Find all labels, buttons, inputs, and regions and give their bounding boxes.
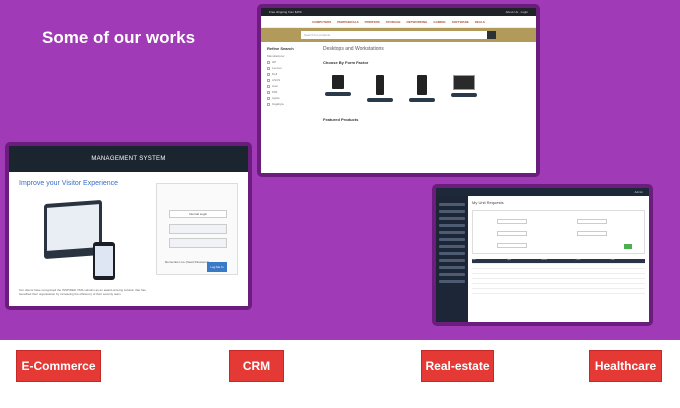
filter-label: MSI (272, 90, 278, 94)
crm-screenshot: MANAGEMENT SYSTEM Improve your Visitor E… (5, 142, 252, 310)
search-submit-button (624, 244, 632, 249)
filter-item: Apple (267, 96, 315, 100)
checkbox-icon (267, 60, 270, 64)
tag-healthcare: Healthcare (589, 350, 662, 382)
admin-sidebar (436, 196, 468, 322)
phone-illustration (93, 242, 115, 280)
filter-label: Apple (272, 96, 280, 100)
form-input (497, 231, 527, 236)
admin-label: Admin (634, 190, 643, 194)
nav-item: STORAGE (385, 19, 401, 24)
desktop-icon (332, 75, 344, 89)
search-icon (487, 31, 496, 39)
topbar-text: Free shipping from $150 (269, 10, 302, 14)
checkbox-icon (267, 78, 270, 82)
admin-page-title: My Unit Requests (472, 200, 504, 205)
nav-item: NETWORKING (406, 19, 428, 24)
desktop-icon (376, 75, 384, 95)
table-row (472, 289, 645, 294)
checkbox-icon (267, 66, 270, 70)
product-card (407, 75, 437, 102)
remember-checkbox: Remember me (Need Password) (165, 260, 209, 264)
password-field (169, 238, 227, 248)
column-header: Date (610, 259, 615, 261)
filter-label: Lenovo (272, 66, 282, 70)
sidebar-title: Refine Search (267, 46, 294, 51)
filter-item: Dell (267, 72, 315, 76)
filter-label: Dell (272, 72, 278, 76)
nav-item: SOFTWARE (451, 19, 469, 24)
filter-group: Manufacturer (267, 54, 315, 58)
filter-item: Acer (267, 84, 315, 88)
login-submit-button: Log Me In (207, 262, 227, 272)
crm-title: MANAGEMENT SYSTEM (91, 156, 166, 162)
nav-item: PERIPHERALS (337, 19, 359, 24)
search-form-card (472, 210, 645, 254)
nav-item: DEALS (474, 19, 485, 24)
column-header: Status (541, 259, 547, 261)
tag-realestate: Real-estate (421, 350, 494, 382)
monitor-icon (453, 75, 475, 90)
column-header: Price (575, 259, 581, 261)
ecommerce-screenshot: Free shipping from $150 About Us · Login… (257, 4, 540, 177)
page-title: Some of our works (42, 28, 196, 47)
desktop-icon (417, 75, 427, 95)
product-card (323, 75, 353, 102)
ecommerce-topbar: Free shipping from $150 About Us · Login (261, 8, 536, 16)
column-header: Unit (472, 259, 476, 261)
portfolio-slide: Some of our works Free shipping from $15… (0, 0, 680, 408)
column-header: Type (506, 259, 511, 261)
checkbox-icon (267, 90, 270, 94)
checkbox-icon (267, 102, 270, 106)
filter-item: Gigabyte (267, 102, 315, 106)
topbar-right: About Us · Login (505, 10, 528, 14)
filter-label: Gigabyte (272, 102, 285, 106)
crm-header: MANAGEMENT SYSTEM (9, 146, 248, 172)
search-input: Search for products (301, 31, 496, 39)
crm-subtitle: Improve your Visitor Experience (19, 180, 119, 187)
product-card (449, 75, 479, 102)
tag-ecommerce: E-Commerce (16, 350, 101, 382)
admin-topbar: Admin (436, 188, 649, 196)
product-button (451, 93, 477, 97)
crm-body-text: Our clients have recognised the INSPIRED… (19, 288, 146, 296)
form-input (497, 219, 527, 224)
category-heading: Desktops and Workstations (323, 46, 384, 52)
checkbox-icon (267, 72, 270, 76)
product-button (409, 98, 435, 102)
filter-item: MSI (267, 90, 315, 94)
ecommerce-nav: COMPUTERS PERIPHERALS PRINTERS STORAGE N… (261, 16, 536, 28)
checkbox-icon (267, 96, 270, 100)
realestate-screenshot: Admin My Unit Requests Unit Type Status … (432, 184, 653, 326)
tag-crm: CRM (229, 350, 284, 382)
product-button (325, 92, 351, 96)
product-button (367, 98, 393, 102)
nav-item: COMPUTERS (312, 19, 332, 24)
product-card (365, 75, 395, 102)
filter-sidebar: Refine Search Manufacturer HP Lenovo Del… (267, 46, 315, 132)
search-banner: Search for products (261, 28, 536, 42)
filter-group-label: Manufacturer (267, 54, 285, 58)
internal-login-button: Internal Login (169, 210, 227, 218)
login-panel: Internal Login Remember me (Need Passwor… (156, 183, 238, 275)
filter-label: HP (272, 60, 277, 64)
form-input (577, 219, 607, 224)
filter-label: Acer (272, 84, 279, 88)
form-input (497, 243, 527, 248)
form-input (577, 231, 607, 236)
search-placeholder: Search for products (304, 33, 331, 37)
nav-item: PRINTERS (364, 19, 380, 24)
product-row (323, 75, 530, 102)
section-title: Choose By Form Factor (323, 60, 369, 65)
filter-label: ASUS (272, 78, 281, 82)
nav-item: GAMING (433, 19, 446, 24)
username-field (169, 224, 227, 234)
checkbox-icon (267, 84, 270, 88)
filter-item: Lenovo (267, 66, 315, 70)
filter-item: HP (267, 60, 315, 64)
featured-title: Featured Products (323, 117, 359, 122)
filter-item: ASUS (267, 78, 315, 82)
